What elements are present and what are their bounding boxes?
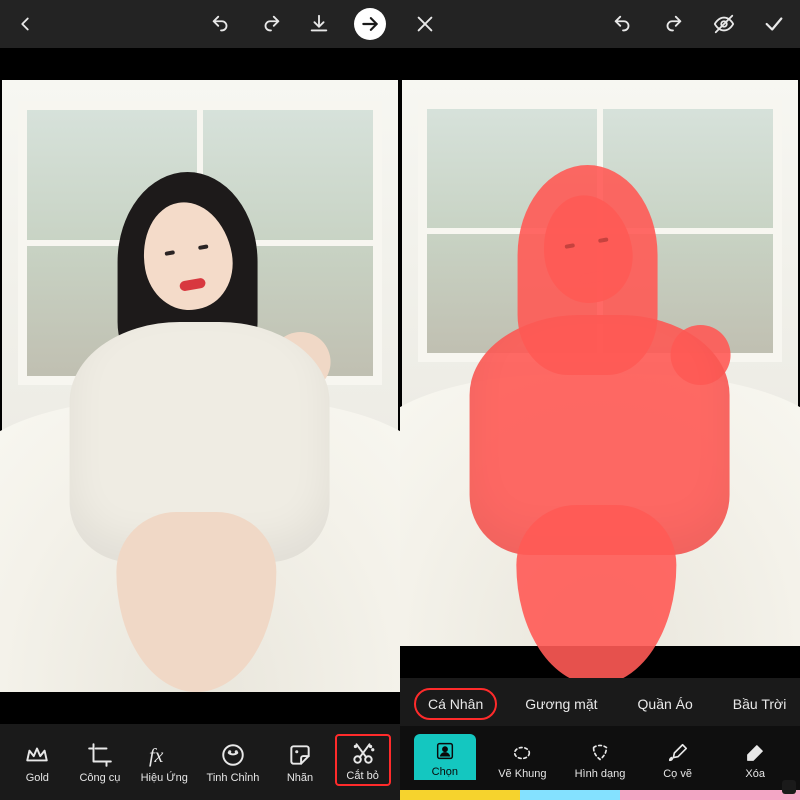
tool-label: Hiệu Ứng — [141, 772, 188, 784]
tool-sticker[interactable]: Nhãn — [272, 738, 328, 786]
chip-clothes[interactable]: Quần Áo — [626, 690, 705, 718]
sel-erase[interactable]: Xóa — [724, 736, 786, 780]
crop-icon — [87, 742, 113, 768]
chip-face[interactable]: Gương mặt — [513, 690, 609, 718]
cutout-category-row: Cá Nhân Gương mặt Quần Áo Bầu Trời — [400, 678, 800, 726]
tool-cutout[interactable]: Cắt bỏ — [335, 734, 391, 786]
crown-icon — [24, 742, 50, 768]
tool-fx[interactable]: fx Hiệu Ứng — [135, 738, 194, 786]
close-icon[interactable] — [414, 13, 436, 35]
editor-screen-left: Gold Công cụ fx Hiệu Ứng — [0, 0, 400, 800]
select-person-icon — [433, 740, 457, 762]
sel-label: Vẽ Khung — [498, 768, 546, 780]
sticker-icon — [287, 742, 313, 768]
erase-icon — [743, 742, 767, 764]
tool-gold[interactable]: Gold — [9, 738, 65, 786]
sel-label: Cọ vẽ — [663, 768, 692, 780]
selection-tools-row: Chọn Vẽ Khung Hình dạng — [400, 726, 800, 790]
chip-sky[interactable]: Bầu Trời — [721, 690, 799, 718]
sel-label: Hình dạng — [575, 768, 626, 780]
image-canvas-left[interactable] — [0, 48, 400, 724]
download-icon[interactable] — [308, 13, 330, 35]
sel-outline[interactable]: Vẽ Khung — [491, 736, 553, 780]
sel-label: Chọn — [432, 766, 458, 778]
cutout-screen-right: Cá Nhân Gương mặt Quần Áo Bầu Trời Chọn … — [400, 0, 800, 800]
eye-crossed-icon[interactable] — [710, 13, 738, 35]
bottom-toolbar-right: Cá Nhân Gương mặt Quần Áo Bầu Trời Chọn … — [400, 678, 800, 800]
undo-icon[interactable] — [610, 13, 636, 35]
image-canvas-right[interactable] — [400, 48, 800, 678]
chip-person[interactable]: Cá Nhân — [414, 688, 497, 720]
tool-label: Tinh Chỉnh — [207, 772, 260, 784]
tool-label: Công cụ — [79, 772, 120, 784]
outline-icon — [510, 742, 534, 764]
bottom-toolbar-left: Gold Công cụ fx Hiệu Ứng — [0, 724, 400, 800]
back-icon[interactable] — [14, 13, 36, 35]
adjust-icon — [219, 742, 247, 768]
topbar-right — [400, 0, 800, 48]
sel-label: Xóa — [745, 768, 765, 780]
shape-icon — [588, 742, 612, 764]
next-button[interactable] — [354, 8, 386, 40]
redo-icon[interactable] — [660, 13, 686, 35]
redo-icon[interactable] — [258, 13, 284, 35]
tool-adjust[interactable]: Tinh Chỉnh — [201, 738, 266, 786]
tool-label: Nhãn — [287, 772, 313, 784]
ad-banner[interactable] — [400, 790, 800, 800]
svg-text:fx: fx — [149, 745, 164, 767]
fx-icon: fx — [149, 742, 179, 768]
tool-label: Gold — [26, 772, 49, 784]
brush-icon — [666, 742, 690, 764]
cutout-icon — [350, 740, 376, 766]
tool-label: Cắt bỏ — [346, 770, 378, 782]
confirm-icon[interactable] — [762, 13, 786, 35]
sel-shape[interactable]: Hình dạng — [569, 736, 631, 780]
topbar-left — [0, 0, 400, 48]
sel-brush[interactable]: Cọ vẽ — [647, 736, 709, 780]
sel-select[interactable]: Chọn — [414, 734, 476, 780]
undo-icon[interactable] — [208, 13, 234, 35]
tool-tools[interactable]: Công cụ — [72, 738, 128, 786]
